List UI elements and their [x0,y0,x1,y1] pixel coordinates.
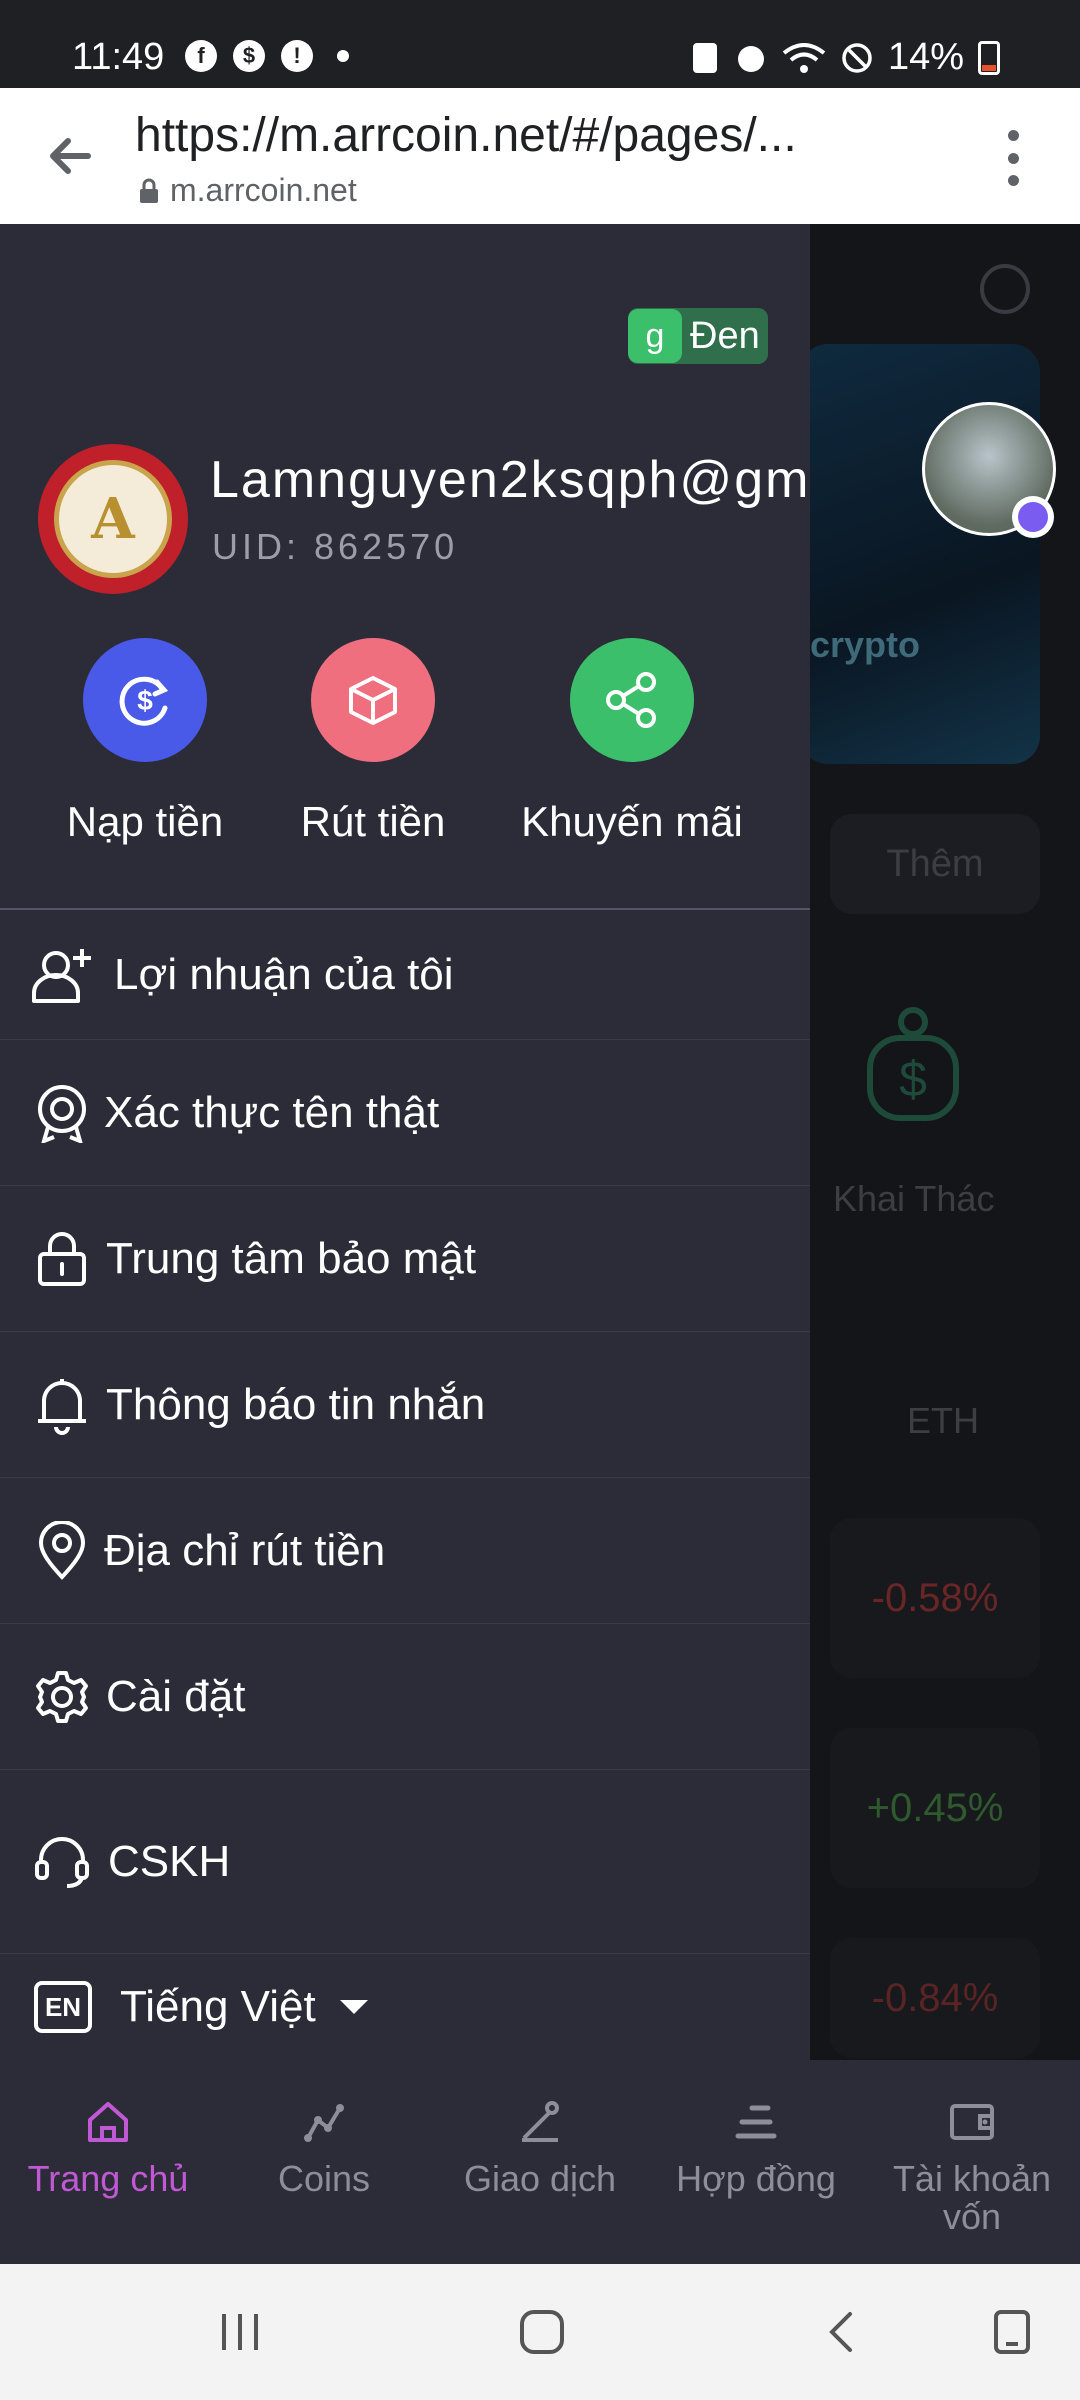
messenger-icon[interactable] [1012,496,1054,538]
menu-label: CSKH [108,1836,231,1886]
search-icon[interactable] [980,264,1030,314]
theme-toggle-knob: g [628,309,682,363]
piggy-bank-icon: $ [867,1007,959,1121]
menu-item-security[interactable]: Trung tâm bảo mật [0,1186,810,1332]
facebook-icon: f [185,40,217,72]
svg-text:$: $ [899,1051,927,1107]
browser-toolbar: https://m.arrcoin.net/#/pages/... m.arrc… [0,88,1080,224]
gear-icon [30,1665,94,1729]
market-change: -0.58% [830,1518,1040,1678]
bell-icon [30,1373,94,1437]
system-navigation-bar [0,2264,1080,2400]
theme-toggle[interactable]: g Đen [628,308,768,364]
nav-funding-account[interactable]: Tài khoản vốn [864,2060,1080,2264]
home-icon [80,2094,136,2150]
menu-label: Xác thực tên thật [104,1087,440,1137]
deposit-button[interactable]: $ Nạp tiền [42,638,248,846]
home-button-icon[interactable] [512,2302,572,2362]
profile-uid: UID: 862570 [212,526,459,567]
menu-label: Lợi nhuận của tôi [114,949,454,999]
user-add-icon [30,943,94,1007]
dropdown-caret-icon [339,2000,368,2014]
side-drawer: g Đen A Lamnguyen2ksqph@gma UID: 862570 … [0,224,810,2060]
screen-rotate-icon[interactable] [982,2302,1042,2362]
withdraw-label: Rút tiền [300,798,446,845]
battery-percent: 14% [887,36,964,78]
back-arrow-icon[interactable] [40,126,100,186]
share-icon [570,638,694,762]
domain-text: m.arrcoin.net [170,172,357,208]
language-badge-icon: EN [34,1981,92,2033]
menu-label: Thông báo tin nhắn [106,1379,486,1429]
promotion-button[interactable]: Khuyến mãi [500,638,764,846]
wallet-icon [944,2094,1000,2150]
mining-label[interactable]: Khai Thác [833,1178,994,1220]
deposit-icon: $ [83,638,207,762]
status-bar: 11:49 f $ ! 14% [0,0,1080,88]
menu-item-profit[interactable]: Lợi nhuận của tôi [0,910,810,1040]
recent-apps-icon[interactable] [210,2302,270,2362]
domain-label[interactable]: m.arrcoin.net [138,172,357,209]
svg-text:$: $ [137,685,153,716]
battery-icon [978,40,1000,75]
coins-icon [296,2094,352,2150]
verify-badge-icon [30,1081,94,1145]
menu-label: Cài đặt [106,1671,246,1721]
profile-avatar[interactable]: A [38,444,188,594]
more-button[interactable]: Thêm [830,814,1040,914]
menu-label: Địa chỉ rút tiền [104,1525,386,1575]
nav-trade[interactable]: Giao dịch [432,2060,648,2264]
banner-text: crypto [810,624,921,665]
status-time: 11:49 [72,36,165,78]
trade-icon [512,2094,568,2150]
location-pin-icon [30,1519,94,1583]
system-icons: 14% [690,36,1000,79]
withdraw-button[interactable]: Rút tiền [270,638,476,846]
market-change: -0.84% [830,1938,1040,2058]
back-button-icon[interactable] [812,2302,872,2362]
recycle-icon [692,42,717,73]
do-not-disturb-icon [842,42,872,73]
lock-icon [140,178,158,203]
theme-toggle-label: Đen [690,314,760,357]
brand-logo-icon: A [54,460,172,578]
menu-item-settings[interactable]: Cài đặt [0,1624,810,1770]
headset-icon [30,1830,94,1894]
more-notifications-dot-icon [337,50,349,62]
profile-email: Lamnguyen2ksqph@gma [210,451,810,509]
withdraw-box-icon [311,638,435,762]
menu-item-notifications[interactable]: Thông báo tin nhắn [0,1332,810,1478]
nav-coins[interactable]: Coins [216,2060,432,2264]
nav-contract[interactable]: Hợp đồng [648,2060,864,2264]
deposit-label: Nạp tiền [66,798,224,845]
market-change: +0.45% [830,1728,1040,1888]
contract-icon [728,2094,784,2150]
language-selector[interactable]: EN Tiếng Việt [0,1954,810,2060]
lock-icon [30,1227,94,1291]
menu-item-withdraw-address[interactable]: Địa chỉ rút tiền [0,1478,810,1624]
eth-tab[interactable]: ETH [907,1400,979,1442]
menu-item-support[interactable]: CSKH [0,1770,810,1954]
bottom-navigation: Trang chủ Coins Giao dịch Hợp đồng Tài k… [0,2060,1080,2264]
language-label: Tiếng Việt [120,1982,316,2031]
notification-icons: f $ ! [185,40,349,72]
menu-item-verify[interactable]: Xác thực tên thật [0,1040,810,1186]
alert-icon: ! [281,40,313,72]
url-text[interactable]: https://m.arrcoin.net/#/pages/... [135,108,797,163]
shopping-bag-icon: $ [233,40,265,72]
wifi-icon [782,42,826,73]
alarm-icon [737,45,764,72]
promotion-label: Khuyến mãi [521,798,743,845]
menu-label: Trung tâm bảo mật [106,1233,477,1283]
nav-home[interactable]: Trang chủ [0,2060,216,2264]
browser-menu-icon[interactable] [1008,130,1020,186]
